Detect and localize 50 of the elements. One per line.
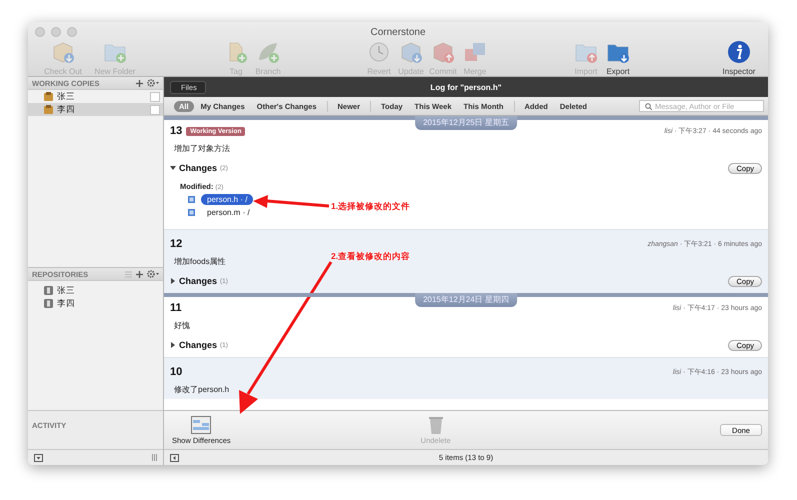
sidebar-item[interactable]: 张三: [28, 284, 163, 297]
commit-message: 修改了person.h: [173, 384, 230, 394]
info-icon: [727, 40, 751, 64]
revision-number: 10: [170, 366, 182, 378]
commit-message: 好愧: [173, 320, 190, 330]
add-icon[interactable]: [136, 270, 143, 278]
checkbox[interactable]: [150, 104, 160, 114]
annotation-text: 2.查看被修改的内容: [331, 251, 410, 263]
sidebar-item[interactable]: 李四: [28, 103, 163, 116]
revision-number: 13: [170, 125, 182, 137]
box-icon: [51, 40, 75, 64]
search-icon: [645, 102, 652, 110]
panel-toggle-icon[interactable]: [34, 454, 43, 462]
disclosure-right-icon[interactable]: [170, 278, 176, 284]
checkbox[interactable]: [150, 92, 160, 102]
disclosure-right-icon[interactable]: [170, 342, 176, 348]
leaf-icon: [256, 40, 280, 64]
settings-icon[interactable]: [147, 79, 159, 87]
item-label: 李四: [57, 104, 75, 116]
box-icon: [431, 40, 455, 64]
item-label: 李四: [57, 298, 75, 310]
revision-number: 11: [170, 302, 182, 314]
file-item[interactable]: person.h · /: [201, 194, 254, 205]
annotation-text: 1.选择被修改的文件: [331, 201, 410, 213]
diff-icon: [191, 416, 212, 434]
log-title: Log for "person.h": [430, 82, 502, 92]
item-label: 张三: [57, 284, 75, 296]
date-label: 2015年12月24日 星期四: [415, 293, 517, 307]
window-title: Cornerstone: [370, 26, 426, 38]
settings-icon[interactable]: [147, 270, 159, 278]
clock-icon: [367, 40, 391, 64]
working-copy-icon: [44, 92, 53, 101]
item-label: 张三: [57, 90, 75, 102]
file-item[interactable]: person.m · /: [201, 207, 256, 218]
resize-grip-icon[interactable]: [152, 454, 157, 461]
date-label: 2015年12月25日 星期五: [415, 116, 517, 130]
add-icon[interactable]: [136, 80, 143, 86]
working-copy-icon: [44, 105, 53, 114]
revision-number: 12: [170, 238, 182, 250]
toolbar-button[interactable]: Inspector: [714, 40, 764, 76]
trash-icon: [428, 416, 443, 434]
disclosure-down-icon[interactable]: [170, 165, 176, 171]
panel-toggle-icon[interactable]: [170, 454, 179, 462]
commit-message: 增加了对象方法: [173, 142, 230, 154]
toolbar-button[interactable]: Export: [603, 40, 633, 76]
sidebar-item[interactable]: 张三: [28, 90, 163, 103]
cubes-icon: [463, 40, 487, 64]
commit-message: 增加foods属性: [173, 256, 226, 266]
box-icon: [399, 40, 423, 64]
sidebar-item[interactable]: 李四: [28, 297, 163, 310]
